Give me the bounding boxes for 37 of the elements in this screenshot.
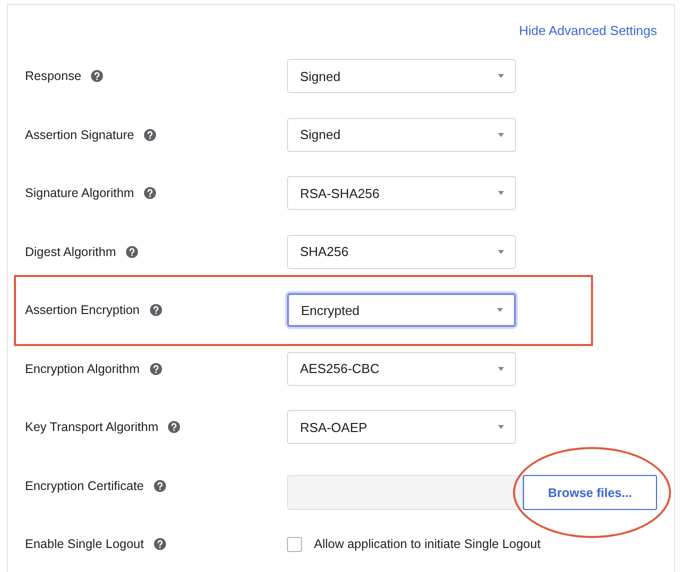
caret-icon [498,132,504,137]
field-label: Assertion Signature [25,128,134,142]
dropdown[interactable]: RSA-OAEP [287,410,516,444]
field-label: Signature Algorithm [25,186,134,200]
checkbox[interactable] [287,536,302,552]
field-label: Assertion Encryption [25,303,140,318]
field-label: Enable Single Logout [25,537,144,552]
field-label: Digest Algorithm [25,244,116,259]
help-icon[interactable] [168,421,180,434]
dropdown[interactable]: SHA256 [287,234,516,269]
caret-icon [498,191,504,196]
help-icon[interactable] [150,362,162,375]
caret-icon [498,74,504,78]
browse-files-button[interactable]: Browse files... [523,475,657,510]
checkbox-label: Allow application to initiate Single Logout [314,537,541,552]
field-label: Key Transport Algorithm [25,420,158,434]
help-icon[interactable] [91,70,104,82]
help-icon[interactable] [154,538,166,550]
help-icon[interactable] [154,480,166,492]
dropdown[interactable]: AES256-CBC [287,352,516,386]
field-label: Encryption Algorithm [25,362,140,376]
file-path-field[interactable] [287,475,523,510]
caret-icon [498,250,504,254]
help-icon[interactable] [144,187,156,200]
caret-icon [497,308,503,312]
caret-icon [498,366,504,371]
caret-icon [498,425,504,430]
field-label: Response [25,69,82,84]
field-label: Encryption Certificate [25,478,144,493]
help-icon[interactable] [126,246,138,258]
help-icon[interactable] [144,128,156,141]
hide-settings-link[interactable]: Hide Advanced Settings [518,23,657,47]
dropdown[interactable]: Signed [287,118,516,152]
dropdown[interactable]: Encrypted [287,293,516,328]
help-icon[interactable] [150,304,162,316]
dropdown[interactable]: RSA-SHA256 [287,176,516,210]
dropdown[interactable]: Signed [287,59,516,94]
